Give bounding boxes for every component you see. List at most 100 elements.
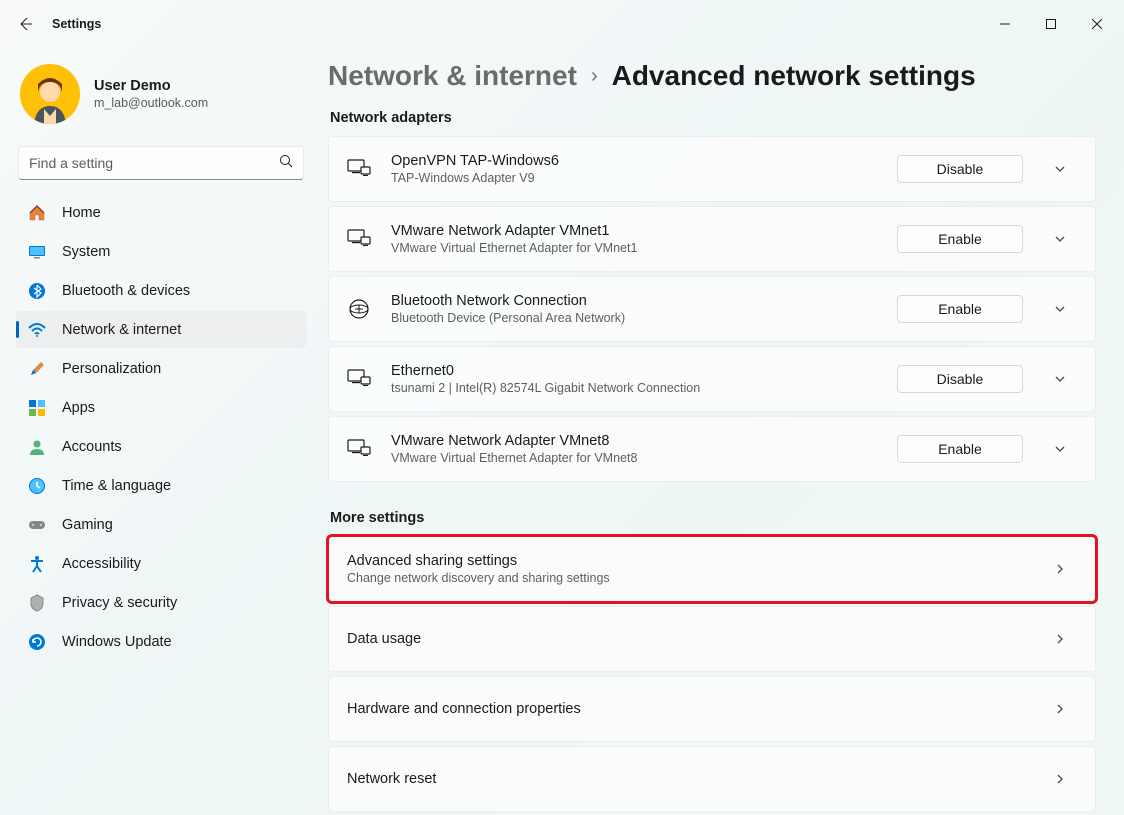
sidebar-item-accounts[interactable]: Accounts bbox=[16, 428, 306, 465]
adapter-icon bbox=[347, 227, 371, 251]
sidebar-item-time-language[interactable]: Time & language bbox=[16, 467, 306, 504]
link-title: Network reset bbox=[347, 771, 1023, 787]
adapter-subtitle: TAP-Windows Adapter V9 bbox=[391, 171, 877, 185]
nav-label: Privacy & security bbox=[62, 595, 177, 611]
window-title: Settings bbox=[52, 17, 101, 31]
nav-label: Home bbox=[62, 205, 101, 221]
chevron-right-icon[interactable] bbox=[1043, 703, 1077, 715]
privacy-icon bbox=[28, 594, 46, 612]
chevron-right-icon[interactable] bbox=[1043, 563, 1077, 575]
user-profile[interactable]: User Demo m_lab@outlook.com bbox=[16, 56, 306, 142]
sidebar-item-apps[interactable]: Apps bbox=[16, 389, 306, 426]
system-icon bbox=[28, 243, 46, 261]
adapter-title: VMware Network Adapter VMnet1 bbox=[391, 223, 877, 239]
nav-label: Gaming bbox=[62, 517, 113, 533]
page-title: Advanced network settings bbox=[612, 60, 976, 92]
nav-label: Accessibility bbox=[62, 556, 141, 572]
settings-link-card[interactable]: Advanced sharing settings Change network … bbox=[328, 536, 1096, 602]
sidebar-item-privacy[interactable]: Privacy & security bbox=[16, 584, 306, 621]
adapter-subtitle: Bluetooth Device (Personal Area Network) bbox=[391, 311, 877, 325]
adapter-action-button[interactable]: Enable bbox=[897, 225, 1023, 253]
adapter-title: OpenVPN TAP-Windows6 bbox=[391, 153, 877, 169]
adapter-action-button[interactable]: Enable bbox=[897, 435, 1023, 463]
nav-label: Windows Update bbox=[62, 634, 172, 650]
settings-link-card[interactable]: Data usage bbox=[328, 606, 1096, 672]
adapter-icon bbox=[347, 437, 371, 461]
section-heading-adapters: Network adapters bbox=[330, 110, 1096, 126]
breadcrumb: Network & internet › Advanced network se… bbox=[328, 60, 1096, 92]
adapter-card[interactable]: VMware Network Adapter VMnet1 VMware Virt… bbox=[328, 206, 1096, 272]
link-subtitle: Change network discovery and sharing set… bbox=[347, 571, 1023, 585]
adapter-subtitle: tsunami 2 | Intel(R) 82574L Gigabit Netw… bbox=[391, 381, 877, 395]
adapter-icon bbox=[347, 297, 371, 321]
sidebar-item-system[interactable]: System bbox=[16, 233, 306, 270]
main-content: Network & internet › Advanced network se… bbox=[320, 48, 1124, 815]
nav-label: Network & internet bbox=[62, 322, 181, 338]
home-icon bbox=[28, 204, 46, 222]
nav-label: System bbox=[62, 244, 110, 260]
chevron-right-icon: › bbox=[591, 65, 598, 88]
adapter-card[interactable]: VMware Network Adapter VMnet8 VMware Virt… bbox=[328, 416, 1096, 482]
sidebar-item-update[interactable]: Windows Update bbox=[16, 623, 306, 660]
sidebar-item-gaming[interactable]: Gaming bbox=[16, 506, 306, 543]
gaming-icon bbox=[28, 516, 46, 534]
adapter-subtitle: VMware Virtual Ethernet Adapter for VMne… bbox=[391, 241, 877, 255]
nav-label: Accounts bbox=[62, 439, 122, 455]
adapter-action-button[interactable]: Disable bbox=[897, 365, 1023, 393]
chevron-down-icon[interactable] bbox=[1043, 303, 1077, 315]
link-title: Advanced sharing settings bbox=[347, 553, 1023, 569]
accounts-icon bbox=[28, 438, 46, 456]
bluetooth-icon bbox=[28, 282, 46, 300]
close-button[interactable] bbox=[1074, 8, 1120, 40]
adapter-subtitle: VMware Virtual Ethernet Adapter for VMne… bbox=[391, 451, 877, 465]
avatar bbox=[20, 64, 80, 124]
adapter-title: Bluetooth Network Connection bbox=[391, 293, 877, 309]
personalization-icon bbox=[28, 360, 46, 378]
adapter-action-button[interactable]: Disable bbox=[897, 155, 1023, 183]
minimize-button[interactable] bbox=[982, 8, 1028, 40]
search-box[interactable] bbox=[18, 146, 304, 180]
chevron-right-icon[interactable] bbox=[1043, 633, 1077, 645]
adapter-title: Ethernet0 bbox=[391, 363, 877, 379]
adapter-title: VMware Network Adapter VMnet8 bbox=[391, 433, 877, 449]
sidebar-item-personalization[interactable]: Personalization bbox=[16, 350, 306, 387]
search-input[interactable] bbox=[29, 155, 279, 171]
sidebar-item-network[interactable]: Network & internet bbox=[16, 311, 306, 348]
nav-label: Time & language bbox=[62, 478, 171, 494]
settings-link-card[interactable]: Hardware and connection properties bbox=[328, 676, 1096, 742]
chevron-down-icon[interactable] bbox=[1043, 373, 1077, 385]
network-icon bbox=[28, 321, 46, 339]
breadcrumb-parent[interactable]: Network & internet bbox=[328, 60, 577, 92]
chevron-down-icon[interactable] bbox=[1043, 163, 1077, 175]
sidebar-item-accessibility[interactable]: Accessibility bbox=[16, 545, 306, 582]
sidebar-item-home[interactable]: Home bbox=[16, 194, 306, 231]
nav-label: Bluetooth & devices bbox=[62, 283, 190, 299]
adapter-icon bbox=[347, 157, 371, 181]
time-icon bbox=[28, 477, 46, 495]
update-icon bbox=[28, 633, 46, 651]
apps-icon bbox=[28, 399, 46, 417]
link-title: Data usage bbox=[347, 631, 1023, 647]
nav-label: Personalization bbox=[62, 361, 161, 377]
title-bar: Settings bbox=[0, 0, 1124, 48]
adapter-card[interactable]: OpenVPN TAP-Windows6 TAP-Windows Adapter … bbox=[328, 136, 1096, 202]
settings-link-card[interactable]: Network reset bbox=[328, 746, 1096, 812]
section-heading-more: More settings bbox=[330, 510, 1096, 526]
sidebar-item-bluetooth[interactable]: Bluetooth & devices bbox=[16, 272, 306, 309]
chevron-down-icon[interactable] bbox=[1043, 443, 1077, 455]
adapter-card[interactable]: Bluetooth Network Connection Bluetooth De… bbox=[328, 276, 1096, 342]
maximize-button[interactable] bbox=[1028, 8, 1074, 40]
link-title: Hardware and connection properties bbox=[347, 701, 1023, 717]
chevron-down-icon[interactable] bbox=[1043, 233, 1077, 245]
adapter-card[interactable]: Ethernet0 tsunami 2 | Intel(R) 82574L Gig… bbox=[328, 346, 1096, 412]
user-name: User Demo bbox=[94, 78, 208, 94]
nav-label: Apps bbox=[62, 400, 95, 416]
nav: Home System Bluetooth & devices Network … bbox=[16, 194, 306, 660]
accessibility-icon bbox=[28, 555, 46, 573]
chevron-right-icon[interactable] bbox=[1043, 773, 1077, 785]
adapter-action-button[interactable]: Enable bbox=[897, 295, 1023, 323]
back-button[interactable] bbox=[4, 3, 46, 45]
sidebar: User Demo m_lab@outlook.com Home System … bbox=[0, 48, 320, 815]
user-email: m_lab@outlook.com bbox=[94, 96, 208, 110]
adapter-icon bbox=[347, 367, 371, 391]
